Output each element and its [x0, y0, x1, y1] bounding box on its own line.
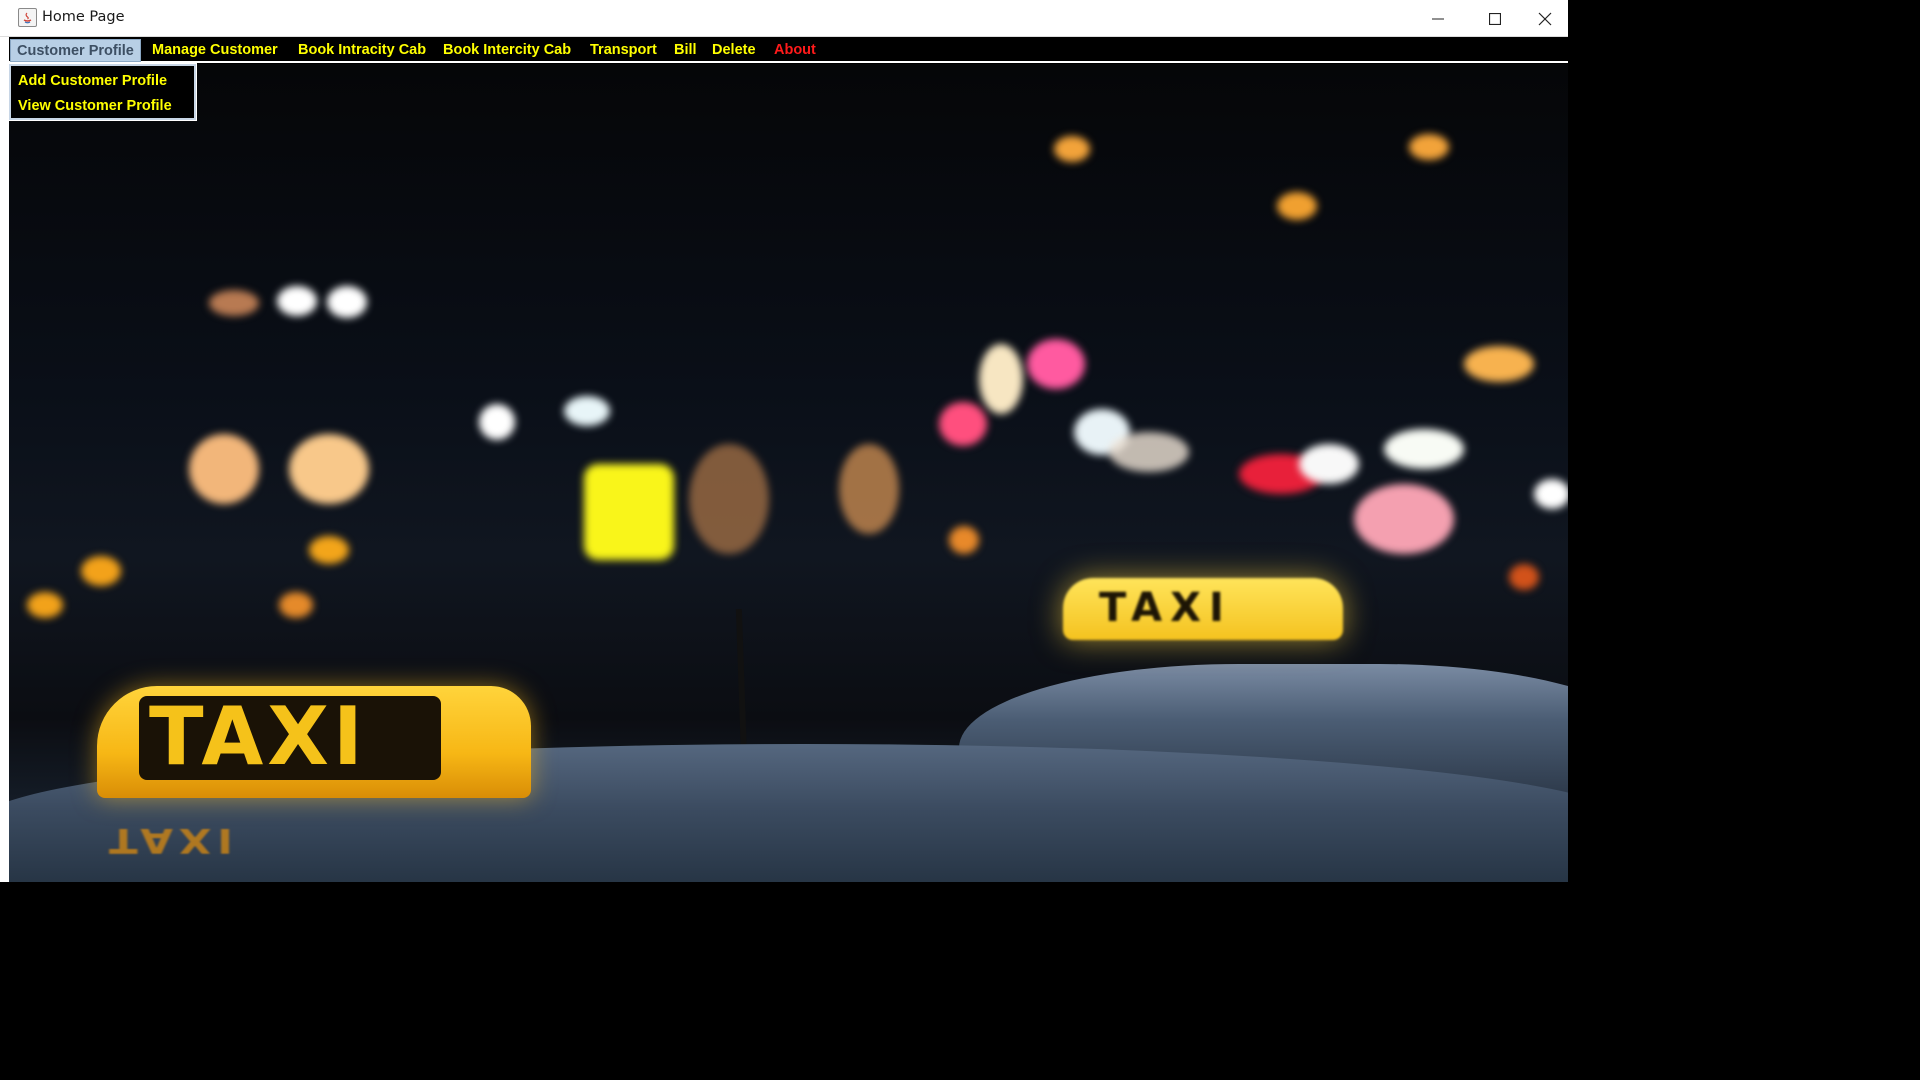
menu-about[interactable]: About	[774, 39, 816, 62]
close-icon	[1538, 12, 1552, 25]
menu-bar: Customer Profile Manage Customer Book In…	[9, 37, 1568, 63]
menu-book-intracity-cab[interactable]: Book Intracity Cab	[298, 39, 426, 62]
title-bar: Home Page	[0, 0, 1568, 37]
maximize-icon	[1488, 12, 1501, 25]
customer-profile-dropdown: Add Customer Profile View Customer Profi…	[8, 63, 197, 121]
window-left-border	[0, 37, 9, 882]
window-title: Home Page	[42, 9, 125, 25]
menu-manage-customer[interactable]: Manage Customer	[152, 39, 278, 62]
minimize-icon	[1431, 18, 1444, 19]
taxi-sign-reflection: TAXI	[109, 820, 239, 860]
menu-item-view-customer-profile[interactable]: View Customer Profile	[18, 95, 172, 117]
taxi-background-image: TAXI TAXI TAXI	[9, 64, 1568, 882]
menu-customer-profile[interactable]: Customer Profile	[10, 39, 141, 62]
maximize-button[interactable]	[1466, 0, 1523, 37]
menu-book-intercity-cab[interactable]: Book Intercity Cab	[443, 39, 571, 62]
front-taxi-sign: TAXI	[97, 686, 531, 798]
rear-taxi-sign: TAXI	[1063, 578, 1343, 640]
close-button[interactable]	[1522, 0, 1568, 37]
menu-bill[interactable]: Bill	[674, 39, 697, 62]
menu-item-add-customer-profile[interactable]: Add Customer Profile	[18, 70, 167, 92]
minimize-button[interactable]	[1409, 0, 1466, 37]
menu-delete[interactable]: Delete	[712, 39, 756, 62]
java-app-icon	[18, 8, 37, 27]
menu-transport[interactable]: Transport	[590, 39, 657, 62]
